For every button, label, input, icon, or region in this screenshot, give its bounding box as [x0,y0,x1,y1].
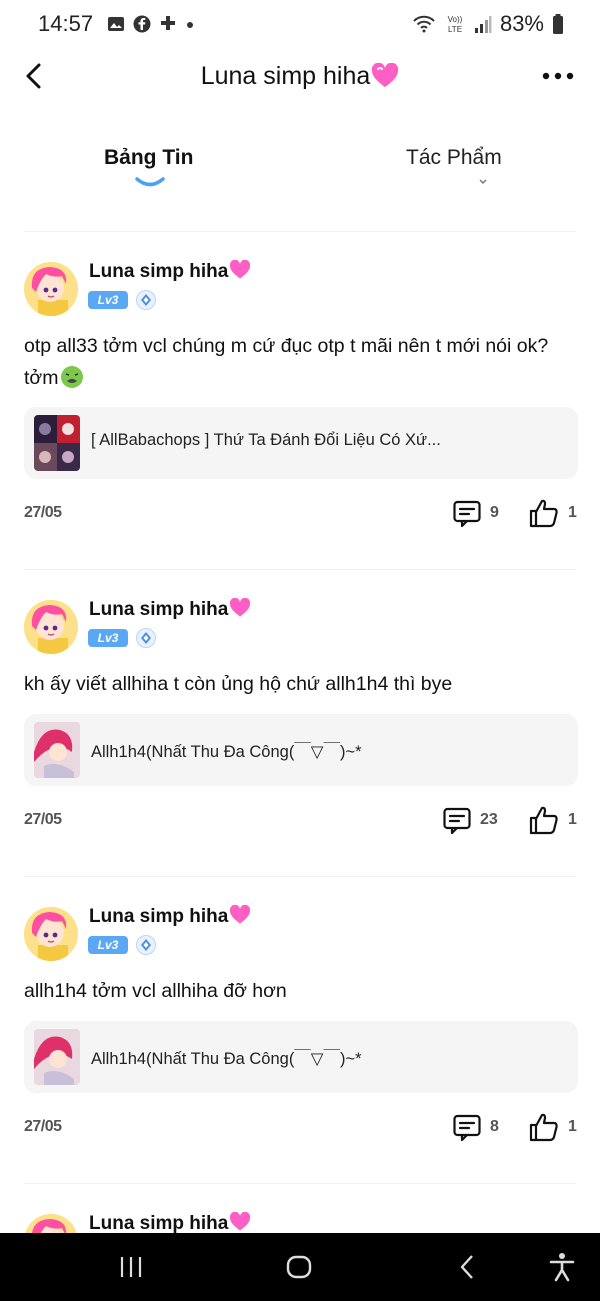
level-badge: Lv3 [88,629,128,647]
home-button[interactable] [279,1247,319,1287]
active-tab-indicator [135,177,165,187]
like-button[interactable]: 1 [528,1110,577,1144]
like-count: 1 [568,1118,577,1135]
comment-button[interactable]: 23 [442,803,498,837]
like-count: 1 [568,811,577,828]
thumbs-up-icon [529,499,558,528]
facebook-icon [133,15,151,33]
system-back-button[interactable] [448,1247,488,1287]
page-title-text: Luna simp hiha [200,62,371,90]
author-badges: Lv3 [88,628,156,648]
comment-icon [453,1114,481,1142]
work-title: Allh1h4(Nhất Thu Đa Công(￣▽￣)~* [91,743,362,761]
crystal-badge-icon [136,628,156,648]
comment-count: 9 [490,504,499,521]
referenced-work-card[interactable]: Allh1h4(Nhất Thu Đa Công(￣▽￣)~* [24,1021,578,1093]
author-name[interactable]: Luna simp hiha [89,1212,251,1233]
comment-count: 8 [490,1118,499,1135]
author-badges: Lv3 [88,290,156,310]
nauseated-face-emoji-icon [61,366,84,388]
author-avatar[interactable] [24,262,78,316]
comment-icon [443,807,471,835]
like-count: 1 [568,504,577,521]
like-button[interactable]: 1 [528,496,577,530]
work-title: [ AllBabachops ] Thứ Ta Đánh Đổi Liệu Có… [91,431,441,449]
svg-text:LTE: LTE [448,25,462,34]
crystal-badge-icon [136,290,156,310]
pink-heart-emoji-icon [230,1212,251,1231]
signal-icon [474,16,492,33]
pink-heart-emoji-icon [230,598,251,617]
comment-icon [453,500,481,528]
system-navigation-bar [0,1233,600,1301]
referenced-work-card[interactable]: [ AllBabachops ] Thứ Ta Đánh Đổi Liệu Có… [24,407,578,479]
tab-bang-tin[interactable]: Bảng Tin [104,146,193,170]
post-text: allh1h4 tởm vcl allhiha đỡ hơn [24,980,287,1002]
gallery-icon [108,17,125,31]
comment-button[interactable]: 9 [452,496,499,530]
volte-icon: Vo))LTE [448,15,463,34]
chevron-left-icon [26,63,41,89]
battery-percent: 83% [499,11,544,36]
level-badge: Lv3 [88,936,128,954]
status-bar: 14:57 Vo)) LTE 83% [0,0,600,48]
author-name-text: Luna simp hiha [89,1213,229,1233]
referenced-work-card[interactable]: Allh1h4(Nhất Thu Đa Công(￣▽￣)~* [24,714,578,786]
author-avatar[interactable] [24,907,78,961]
home-icon [286,1255,312,1279]
level-badge: Lv3 [88,291,128,309]
work-thumbnail [34,415,80,471]
post-date: 27/05 [24,1118,62,1135]
post-text: otp all33 tởm vcl chúng m cứ đục otp t m… [24,330,576,394]
page-title: Luna simp hiha [0,62,600,91]
thumbs-up-icon [529,806,558,835]
dot-icon [187,22,194,28]
thumbs-up-icon [529,1113,558,1142]
post-text: kh ấy viết allhiha t còn ủng hộ chứ allh… [24,673,453,695]
tab-caret-icon [479,179,487,185]
author-name[interactable]: Luna simp hiha [89,260,251,283]
work-thumbnail [34,1029,80,1085]
post-date: 27/05 [24,811,62,828]
svg-text:Vo)): Vo)) [448,15,463,24]
post-card[interactable]: Luna simp hiha Lv3 allh1h4 tởm vcl allhi… [0,877,600,1183]
top-app-bar: Luna simp hiha [0,48,600,104]
accessibility-icon [549,1253,575,1282]
tab-tac-pham[interactable]: Tác Phẩm [406,146,502,170]
profile-tabs: Bảng Tin Tác Phẩm [0,138,600,198]
post-card[interactable]: Luna simp hiha Lv3 kh ấy viết allhiha t … [0,570,600,876]
comment-count: 23 [480,811,498,828]
author-name-text: Luna simp hiha [89,906,229,927]
comment-button[interactable]: 8 [452,1110,499,1144]
crystal-badge-icon [136,935,156,955]
pink-heart-emoji-icon [372,63,399,87]
author-name-text: Luna simp hiha [89,599,229,620]
author-name-text: Luna simp hiha [89,261,229,282]
work-thumbnail [34,722,80,778]
recent-apps-icon [120,1257,142,1277]
post-text-content: otp all33 tởm vcl chúng m cứ đục otp t m… [24,335,549,389]
author-name[interactable]: Luna simp hiha [89,905,251,928]
post-date: 27/05 [24,504,62,521]
accessibility-button[interactable] [542,1247,582,1287]
more-dots-icon [542,72,574,80]
like-button[interactable]: 1 [528,803,577,837]
pink-heart-emoji-icon [230,260,251,279]
recent-apps-button[interactable] [111,1247,151,1287]
battery-icon [553,14,563,34]
status-time: 14:57 [38,11,94,36]
post-card[interactable]: Luna simp hiha Lv3 otp all33 tởm vcl chú… [0,232,600,568]
author-avatar[interactable] [24,1214,78,1233]
post-card[interactable]: Luna simp hiha [0,1184,600,1233]
author-name[interactable]: Luna simp hiha [89,598,251,621]
game-controller-icon [161,16,176,30]
more-options-button[interactable] [540,64,576,88]
author-badges: Lv3 [88,935,156,955]
back-button[interactable] [18,58,48,94]
pink-heart-emoji-icon [230,905,251,924]
back-arrow-icon [460,1255,473,1279]
work-title: Allh1h4(Nhất Thu Đa Công(￣▽￣)~* [91,1050,362,1068]
author-avatar[interactable] [24,600,78,654]
wifi-icon [413,15,435,33]
